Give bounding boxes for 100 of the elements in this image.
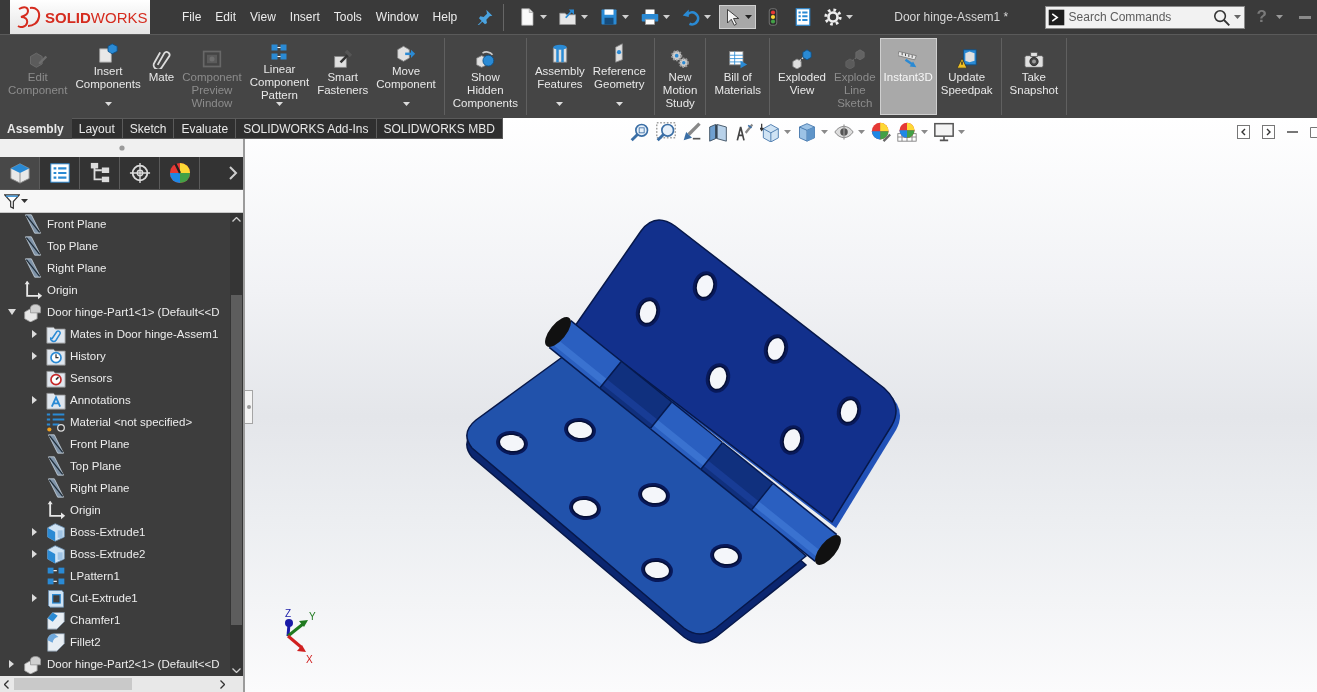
tab[interactable]: Layout: [71, 118, 123, 139]
splitter-handle[interactable]: [245, 390, 253, 424]
paperclip-folder-icon: [46, 324, 66, 344]
panel-tab[interactable]: [0, 157, 40, 189]
minimize-icon[interactable]: [1299, 15, 1311, 19]
part-icon: [23, 654, 43, 674]
caret-right-icon[interactable]: [32, 528, 37, 536]
horizontal-scrollbar[interactable]: [0, 676, 243, 692]
tree-item[interactable]: Mates in Door hinge-Assem1: [46, 324, 219, 344]
menu-item[interactable]: Help: [425, 7, 465, 27]
color-ball-pencil-icon[interactable]: [871, 122, 891, 142]
zoom-to-fit-icon[interactable]: [630, 122, 650, 142]
tab[interactable]: Sketch: [122, 118, 175, 139]
section-cube-icon[interactable]: [708, 122, 728, 142]
ribbon-button[interactable]: Take Snapshot: [1005, 38, 1063, 115]
tree-item[interactable]: LPattern1: [46, 566, 120, 586]
caret-icon[interactable]: [958, 130, 965, 134]
tree-item[interactable]: Fillet2: [46, 632, 101, 652]
tree-item[interactable]: Origin: [46, 500, 101, 520]
ribbon-button[interactable]: Reference Geometry: [588, 38, 650, 115]
ribbon-button[interactable]: New Motion Study: [658, 38, 702, 115]
ribbon-button[interactable]: Update Speedpak: [936, 38, 997, 115]
annotation-pencil-icon[interactable]: [734, 122, 754, 142]
zoom-area-icon[interactable]: [656, 122, 676, 142]
search-box[interactable]: Search Commands: [1044, 5, 1245, 29]
ribbon-button[interactable]: Move Component: [372, 38, 440, 115]
tab[interactable]: Assembly: [0, 118, 72, 139]
caret-down-icon[interactable]: [7, 309, 16, 315]
ribbon-button[interactable]: Show Hidden Components: [448, 38, 522, 115]
ribbon-button[interactable]: Insert Components: [71, 38, 145, 115]
tree-item[interactable]: Door hinge-Part2<1> (Default<<D: [23, 654, 220, 674]
tree-item[interactable]: Boss-Extrude1: [46, 522, 146, 542]
eye-icon[interactable]: [834, 122, 854, 142]
scroll-down-icon[interactable]: [232, 667, 241, 673]
vertical-scrollbar[interactable]: [230, 213, 243, 676]
tree-item[interactable]: Front Plane: [46, 434, 130, 454]
grip-dot-icon[interactable]: [118, 145, 125, 151]
tree-item[interactable]: Origin: [23, 280, 78, 300]
tree-item[interactable]: Cut-Extrude1: [46, 588, 138, 608]
menu-item[interactable]: View: [243, 7, 283, 27]
filter-field[interactable]: [0, 190, 243, 213]
search-icon[interactable]: [1212, 8, 1230, 26]
tree-item[interactable]: Top Plane: [46, 456, 122, 476]
caret-right-icon[interactable]: [9, 660, 14, 668]
caret-icon[interactable]: [1233, 15, 1241, 19]
caret-icon[interactable]: [921, 130, 928, 134]
caret-right-icon[interactable]: [32, 330, 37, 338]
tree-item[interactable]: Top Plane: [23, 236, 99, 256]
menu-item[interactable]: Edit: [208, 7, 244, 27]
tile-right-icon[interactable]: [1262, 125, 1275, 139]
caret-icon[interactable]: [858, 130, 865, 134]
ribbon-button[interactable]: Linear Component Pattern: [245, 38, 314, 115]
tree-item[interactable]: Chamfer1: [46, 610, 121, 630]
menu-item[interactable]: Window: [368, 7, 426, 27]
caret-right-icon[interactable]: [32, 396, 37, 404]
caret-icon[interactable]: [784, 130, 791, 134]
tree-item[interactable]: Right Plane: [23, 258, 107, 278]
tree-item[interactable]: History: [46, 346, 106, 366]
tile-left-icon[interactable]: [1237, 125, 1250, 139]
menu-item[interactable]: File: [175, 7, 209, 27]
scene-ball-icon[interactable]: [897, 122, 917, 142]
menu-item[interactable]: Tools: [326, 7, 369, 27]
ribbon-button[interactable]: Smart Fasteners: [313, 38, 373, 115]
scrollbar-thumb[interactable]: [14, 678, 132, 690]
caret-icon[interactable]: [821, 130, 828, 134]
caret-right-icon[interactable]: [32, 550, 37, 558]
tree-item[interactable]: Sensors: [46, 368, 113, 388]
tab[interactable]: Evaluate: [174, 118, 237, 139]
tree-item[interactable]: Boss-Extrude2: [46, 544, 146, 564]
annotation-folder-icon: [46, 390, 66, 410]
tree-item[interactable]: Annotations: [46, 390, 131, 410]
cube-orientation-icon[interactable]: [760, 122, 780, 142]
back-arrow-icon[interactable]: [682, 122, 702, 142]
ribbon-button[interactable]: Mate: [144, 38, 179, 115]
caret-right-icon[interactable]: [32, 594, 37, 602]
ribbon-button[interactable]: Exploded View: [774, 38, 830, 115]
scroll-up-icon[interactable]: [232, 216, 241, 222]
shaded-cube-icon[interactable]: [797, 122, 817, 142]
caret-right-icon[interactable]: [32, 352, 37, 360]
caret-icon[interactable]: [1276, 15, 1283, 19]
undo-icon: [682, 8, 701, 26]
pin-icon[interactable]: [477, 9, 494, 25]
axis-label: X: [306, 654, 313, 665]
menu-item[interactable]: Insert: [282, 7, 327, 27]
ribbon-button[interactable]: Bill of Materials: [710, 38, 765, 115]
toolbar-button[interactable]: [719, 5, 757, 29]
ribbon-button[interactable]: Assembly Features: [530, 38, 589, 115]
tree-item[interactable]: Door hinge-Part1<1> (Default<<D: [23, 302, 220, 322]
search-field[interactable]: Search Commands: [1068, 10, 1209, 24]
scrollbar-thumb[interactable]: [231, 295, 242, 625]
tab[interactable]: SOLIDWORKS Add-Ins: [236, 118, 377, 139]
tree-item[interactable]: Material <not specified>: [46, 412, 193, 432]
monitor-icon[interactable]: [934, 122, 954, 142]
plane-icon: [23, 214, 43, 234]
scroll-right-icon[interactable]: [220, 679, 225, 689]
tree-item[interactable]: Right Plane: [46, 478, 130, 498]
tree-item[interactable]: Front Plane: [23, 214, 107, 234]
restore-icon[interactable]: [1310, 126, 1317, 138]
scroll-left-icon[interactable]: [4, 679, 9, 689]
tab[interactable]: SOLIDWORKS MBD: [376, 118, 503, 139]
